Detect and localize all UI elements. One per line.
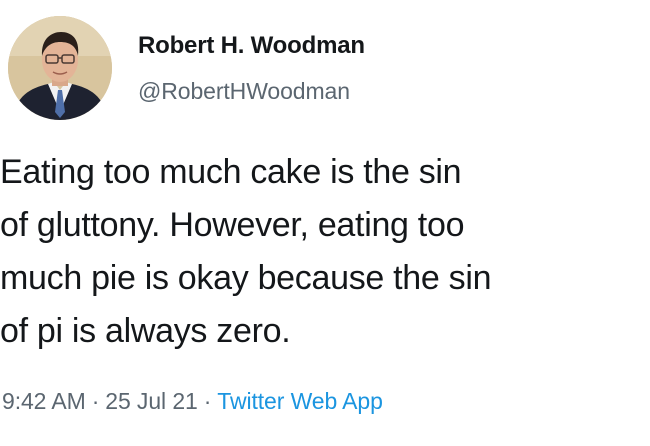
- meta-separator: ·: [91, 388, 100, 414]
- author-avatar[interactable]: [8, 16, 112, 120]
- profile-photo-icon: [8, 16, 112, 120]
- tweet-card: Robert H. Woodman @RobertHWoodman Eating…: [0, 0, 650, 446]
- author-handle[interactable]: @RobertHWoodman: [138, 78, 350, 105]
- author-display-name[interactable]: Robert H. Woodman: [138, 32, 365, 60]
- tweet-text-line: Eating too much cake is the sin: [0, 153, 462, 191]
- tweet-time[interactable]: 9:42 AM: [2, 388, 86, 414]
- tweet-text-line: much pie is okay because the sin: [0, 259, 492, 297]
- tweet-text-line: of gluttony. However, eating too: [0, 206, 465, 244]
- tweet-text-line: of pi is always zero.: [0, 312, 291, 350]
- tweet-date[interactable]: 25 Jul 21: [105, 388, 198, 414]
- tweet-source-link[interactable]: Twitter Web App: [217, 388, 383, 414]
- meta-separator: ·: [203, 388, 212, 414]
- tweet-text: Eating too much cake is the sin of glutt…: [0, 146, 640, 358]
- tweet-metadata: 9:42 AM · 25 Jul 21 · Twitter Web App: [2, 388, 383, 415]
